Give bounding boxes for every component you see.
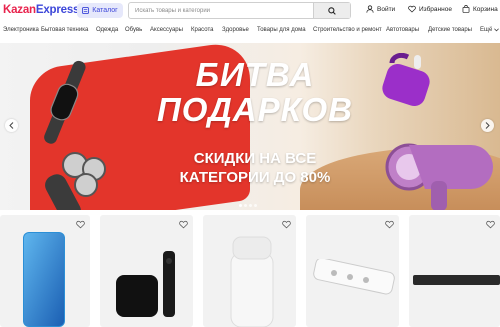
nav-item-beauty[interactable]: Красота: [191, 27, 213, 33]
nav-item-kids[interactable]: Детские товары: [428, 27, 472, 33]
nav-item-appliances[interactable]: Бытовая техника: [41, 27, 88, 33]
nav-more-label: Ещё: [480, 27, 493, 33]
product-card[interactable]: [0, 215, 90, 327]
smartphone-image: [23, 232, 65, 327]
search-bar: [128, 2, 351, 19]
product-card[interactable]: [306, 215, 399, 327]
product-list: [0, 215, 500, 327]
favorites-label: Избранное: [419, 5, 452, 13]
favorite-heart-icon[interactable]: [486, 220, 495, 229]
cart-label: Корзина: [473, 5, 498, 13]
promo-banner[interactable]: БИТВА ПОДАРКОВ СКИДКИ НА ВСЕ КАТЕГОРИИ Д…: [0, 43, 500, 210]
cart-button[interactable]: Корзина: [462, 5, 498, 13]
catalog-icon: [82, 7, 90, 14]
banner-title-line2: ПОДАРКОВ: [157, 91, 353, 128]
favorites-button[interactable]: Избранное: [408, 5, 452, 13]
tv-box-image: [116, 251, 175, 317]
shaver-image: [45, 152, 106, 210]
soundbar-image: [413, 275, 500, 285]
nav-more[interactable]: Ещё: [480, 27, 500, 33]
logo-kazan: Kazan: [3, 4, 36, 16]
pagination-dot[interactable]: [244, 204, 247, 207]
nav-item-home[interactable]: Товары для дома: [257, 27, 306, 33]
heart-icon: [408, 5, 416, 13]
favorite-heart-icon[interactable]: [282, 220, 291, 229]
power-strip-image: [313, 259, 395, 295]
login-label: Войти: [377, 5, 396, 13]
nav-item-health[interactable]: Здоровье: [222, 27, 249, 33]
product-card[interactable]: [203, 215, 296, 327]
nav-item-construction[interactable]: Строительство и ремонт: [313, 27, 382, 33]
banner-title: БИТВА ПОДАРКОВ: [145, 57, 365, 127]
search-button[interactable]: [313, 3, 350, 18]
nav-item-shoes[interactable]: Обувь: [125, 27, 142, 33]
banner-prev-button[interactable]: [5, 119, 18, 132]
smart-band-image: [44, 60, 86, 144]
banner-next-button[interactable]: [481, 119, 494, 132]
pagination-dot[interactable]: [249, 204, 252, 207]
trash-bin-image: [230, 236, 274, 327]
favorite-heart-icon[interactable]: [179, 220, 188, 229]
banner-pagination: [239, 204, 257, 207]
header: KazanExpress Каталог Войти Избранное Кор…: [0, 0, 500, 20]
chevron-down-icon: [494, 28, 500, 32]
pagination-dot[interactable]: [254, 204, 257, 207]
user-icon: [366, 5, 374, 13]
logo[interactable]: KazanExpress: [3, 4, 79, 16]
nav-item-accessories[interactable]: Аксессуары: [150, 27, 183, 33]
pagination-dot[interactable]: [239, 204, 242, 207]
search-input[interactable]: [129, 3, 315, 18]
bag-icon: [462, 5, 470, 13]
chevron-right-icon: [485, 122, 490, 129]
catalog-label: Каталог: [92, 7, 118, 14]
category-nav: Электроника Бытовая техника Одежда Обувь…: [0, 24, 500, 36]
search-icon: [328, 6, 336, 15]
nav-item-auto[interactable]: Автотовары: [386, 27, 419, 33]
earbuds-case-image: [382, 53, 430, 107]
chevron-left-icon: [9, 122, 14, 129]
product-card[interactable]: [100, 215, 193, 327]
banner-subtitle: СКИДКИ НА ВСЕ КАТЕГОРИИ ДО 80%: [145, 149, 365, 187]
banner-title-line1: БИТВА: [195, 56, 315, 93]
favorite-heart-icon[interactable]: [385, 220, 394, 229]
nav-item-clothing[interactable]: Одежда: [96, 27, 118, 33]
banner-subtitle-line1: СКИДКИ НА ВСЕ: [193, 150, 317, 167]
nav-item-electronics[interactable]: Электроника: [3, 27, 39, 33]
hair-dryer-image: [385, 143, 493, 210]
logo-express: Express: [35, 4, 80, 16]
favorite-heart-icon[interactable]: [76, 220, 85, 229]
product-card[interactable]: [409, 215, 500, 327]
banner-subtitle-line2: КАТЕГОРИИ ДО 80%: [179, 169, 331, 186]
catalog-button[interactable]: Каталог: [77, 3, 123, 18]
login-button[interactable]: Войти: [366, 5, 395, 13]
